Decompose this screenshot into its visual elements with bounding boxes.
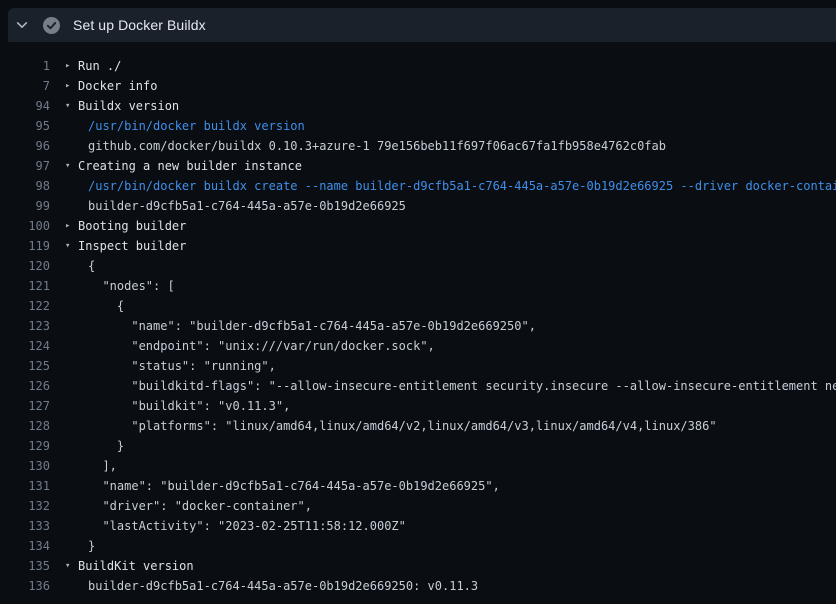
log-group-row[interactable]: 1 ▸Run ./ <box>0 56 836 76</box>
log-output-text: { <box>88 256 95 276</box>
log-output-text: } <box>88 536 95 556</box>
log-line: 122 { <box>0 296 836 316</box>
line-number[interactable]: 1 <box>0 56 50 76</box>
log-group-row[interactable]: 119 ▾Inspect builder <box>0 236 836 256</box>
log-line: 126 "buildkitd-flags": "--allow-insecure… <box>0 376 836 396</box>
log-group-row[interactable]: 100 ▸Booting builder <box>0 216 836 236</box>
line-number[interactable]: 97 <box>0 156 50 176</box>
log-group-title[interactable]: BuildKit version <box>78 556 194 576</box>
line-number[interactable]: 128 <box>0 416 50 436</box>
log-output-text: "status": "running", <box>88 356 276 376</box>
log-line: 131 "name": "builder-d9cfb5a1-c764-445a-… <box>0 476 836 496</box>
log-group-title[interactable]: Booting builder <box>78 216 186 236</box>
log-output-text: "platforms": "linux/amd64,linux/amd64/v2… <box>88 416 717 436</box>
line-number[interactable]: 99 <box>0 196 50 216</box>
check-circle-icon <box>43 17 60 34</box>
collapse-group-icon[interactable]: ▾ <box>65 236 78 256</box>
line-number[interactable]: 136 <box>0 576 50 596</box>
log-group-title[interactable]: Inspect builder <box>78 236 186 256</box>
line-number[interactable]: 127 <box>0 396 50 416</box>
line-number[interactable]: 133 <box>0 516 50 536</box>
log-line: 133 "lastActivity": "2023-02-25T11:58:12… <box>0 516 836 536</box>
log-line: 120 { <box>0 256 836 276</box>
line-number[interactable]: 121 <box>0 276 50 296</box>
log-line: 98/usr/bin/docker buildx create --name b… <box>0 176 836 196</box>
log-output-text: "lastActivity": "2023-02-25T11:58:12.000… <box>88 516 406 536</box>
log-output-text: builder-d9cfb5a1-c764-445a-a57e-0b19d2e6… <box>88 196 406 216</box>
collapse-step-button[interactable] <box>8 8 36 42</box>
line-number[interactable]: 7 <box>0 76 50 96</box>
log-line: 129 } <box>0 436 836 456</box>
log-line: 121 "nodes": [ <box>0 276 836 296</box>
expand-group-icon[interactable]: ▸ <box>65 216 78 236</box>
log-line: 130 ], <box>0 456 836 476</box>
log-output-text: "buildkit": "v0.11.3", <box>88 396 290 416</box>
collapse-group-icon[interactable]: ▾ <box>65 556 78 576</box>
log-output-text: "name": "builder-d9cfb5a1-c764-445a-a57e… <box>88 476 500 496</box>
line-number[interactable]: 126 <box>0 376 50 396</box>
log-output-text: "driver": "docker-container", <box>88 496 312 516</box>
log-group-title[interactable]: Creating a new builder instance <box>78 156 302 176</box>
line-number[interactable]: 120 <box>0 256 50 276</box>
log-output-text: github.com/docker/buildx 0.10.3+azure-1 … <box>88 136 666 156</box>
log-area: 1▸Run ./7▸Docker info94▾Buildx version95… <box>0 42 836 604</box>
log-line: 125 "status": "running", <box>0 356 836 376</box>
log-output-text: builder-d9cfb5a1-c764-445a-a57e-0b19d2e6… <box>88 576 478 596</box>
line-number[interactable]: 125 <box>0 356 50 376</box>
line-number[interactable]: 98 <box>0 176 50 196</box>
log-command-text: /usr/bin/docker buildx version <box>88 116 305 136</box>
log-output-text: "endpoint": "unix:///var/run/docker.sock… <box>88 336 435 356</box>
expand-group-icon[interactable]: ▸ <box>65 76 78 96</box>
line-number[interactable]: 129 <box>0 436 50 456</box>
line-number[interactable]: 96 <box>0 136 50 156</box>
line-number[interactable]: 122 <box>0 296 50 316</box>
log-output-text: "name": "builder-d9cfb5a1-c764-445a-a57e… <box>88 316 536 336</box>
step-title: Set up Docker Buildx <box>73 17 206 33</box>
expand-group-icon[interactable]: ▸ <box>65 56 78 76</box>
log-output-text: "nodes": [ <box>88 276 175 296</box>
log-line: 123 "name": "builder-d9cfb5a1-c764-445a-… <box>0 316 836 336</box>
log-output-text: "buildkitd-flags": "--allow-insecure-ent… <box>88 376 836 396</box>
log-group-row[interactable]: 135 ▾BuildKit version <box>0 556 836 576</box>
collapse-group-icon[interactable]: ▾ <box>65 156 78 176</box>
log-line: 128 "platforms": "linux/amd64,linux/amd6… <box>0 416 836 436</box>
log-line: 99 builder-d9cfb5a1-c764-445a-a57e-0b19d2… <box>0 196 836 216</box>
line-number[interactable]: 131 <box>0 476 50 496</box>
line-number[interactable]: 130 <box>0 456 50 476</box>
log-output-text: ], <box>88 456 117 476</box>
line-number[interactable]: 132 <box>0 496 50 516</box>
step-header[interactable]: Set up Docker Buildx <box>8 8 836 42</box>
chevron-down-icon <box>15 18 29 32</box>
log-line: 132 "driver": "docker-container", <box>0 496 836 516</box>
log-line: 127 "buildkit": "v0.11.3", <box>0 396 836 416</box>
log-line: 136 builder-d9cfb5a1-c764-445a-a57e-0b19d… <box>0 576 836 596</box>
log-output-text: { <box>88 296 124 316</box>
log-line: 96 github.com/docker/buildx 0.10.3+azure-… <box>0 136 836 156</box>
collapse-group-icon[interactable]: ▾ <box>65 96 78 116</box>
log-group-row[interactable]: 94 ▾Buildx version <box>0 96 836 116</box>
log-output-text: } <box>88 436 124 456</box>
line-number[interactable]: 134 <box>0 536 50 556</box>
log-line: 95/usr/bin/docker buildx version <box>0 116 836 136</box>
log-group-row[interactable]: 7 ▸Docker info <box>0 76 836 96</box>
log-group-row[interactable]: 97 ▾Creating a new builder instance <box>0 156 836 176</box>
line-number[interactable]: 94 <box>0 96 50 116</box>
line-number[interactable]: 123 <box>0 316 50 336</box>
line-number[interactable]: 124 <box>0 336 50 356</box>
log-line: 134} <box>0 536 836 556</box>
line-number[interactable]: 119 <box>0 236 50 256</box>
log-group-title[interactable]: Docker info <box>78 76 157 96</box>
line-number[interactable]: 100 <box>0 216 50 236</box>
log-group-title[interactable]: Run ./ <box>78 56 121 76</box>
log-line: 124 "endpoint": "unix:///var/run/docker.… <box>0 336 836 356</box>
line-number[interactable]: 95 <box>0 116 50 136</box>
log-group-title[interactable]: Buildx version <box>78 96 179 116</box>
log-command-text: /usr/bin/docker buildx create --name bui… <box>88 176 836 196</box>
line-number[interactable]: 135 <box>0 556 50 576</box>
